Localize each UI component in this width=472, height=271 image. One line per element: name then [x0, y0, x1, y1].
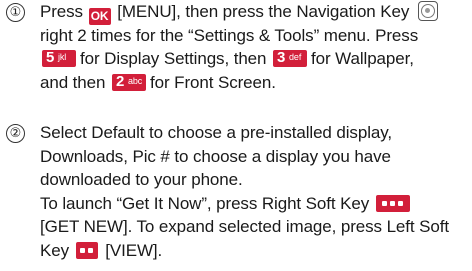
left-soft-key-icon	[75, 241, 98, 259]
text-segment: for Front Screen.	[150, 72, 276, 92]
text-segment: [MENU], then press the Navigation Key	[117, 2, 410, 21]
step-1-text: Press OK [MENU], then press the Navigati…	[40, 0, 438, 94]
instruction-document: ① Press OK [MENU], then press the Naviga…	[0, 0, 472, 266]
text-line: Key [VIEW].	[40, 239, 449, 263]
text-line: Select Default to choose a pre-installed…	[40, 123, 392, 142]
key-5-icon: 5 jkl	[42, 49, 76, 67]
navigation-key-icon	[417, 1, 438, 21]
text-segment: and then	[40, 72, 106, 92]
step-number: ②	[6, 124, 25, 143]
text-segment: To launch “Get It Now”, press Right Soft…	[40, 193, 370, 213]
right-soft-key-icon	[375, 194, 410, 212]
ok-key-icon: OK	[88, 8, 111, 25]
step-2-text: Select Default to choose a pre-installed…	[40, 121, 449, 262]
key-2-icon: 2 abc	[112, 73, 146, 91]
text-segment: Key	[40, 240, 69, 260]
text-segment: Press	[40, 2, 83, 21]
text-line: right 2 times for the “Settings & Tools”…	[40, 25, 419, 45]
text-segment: [VIEW].	[105, 240, 163, 260]
text-line: downloaded to your phone.	[40, 170, 243, 189]
text-segment: for Display Settings, then	[80, 49, 267, 68]
key-3-icon: 3 def	[273, 49, 308, 67]
text-segment: for Wallpaper,	[311, 49, 414, 68]
text-line: Downloads, Pic # to choose a display you…	[40, 146, 391, 166]
text-line: 5 jkl for Display Settings, then 3 def for W…	[40, 47, 438, 71]
text-line: [GET NEW]. To expand selected image, pre…	[40, 217, 449, 236]
text-line: and then 2 abc for Front Screen.	[40, 71, 438, 95]
text-line: Press OK [MENU], then press the Navigati…	[40, 0, 438, 25]
text-line: To launch “Get It Now”, press Right Soft…	[40, 192, 449, 216]
step-number: ①	[6, 3, 25, 22]
